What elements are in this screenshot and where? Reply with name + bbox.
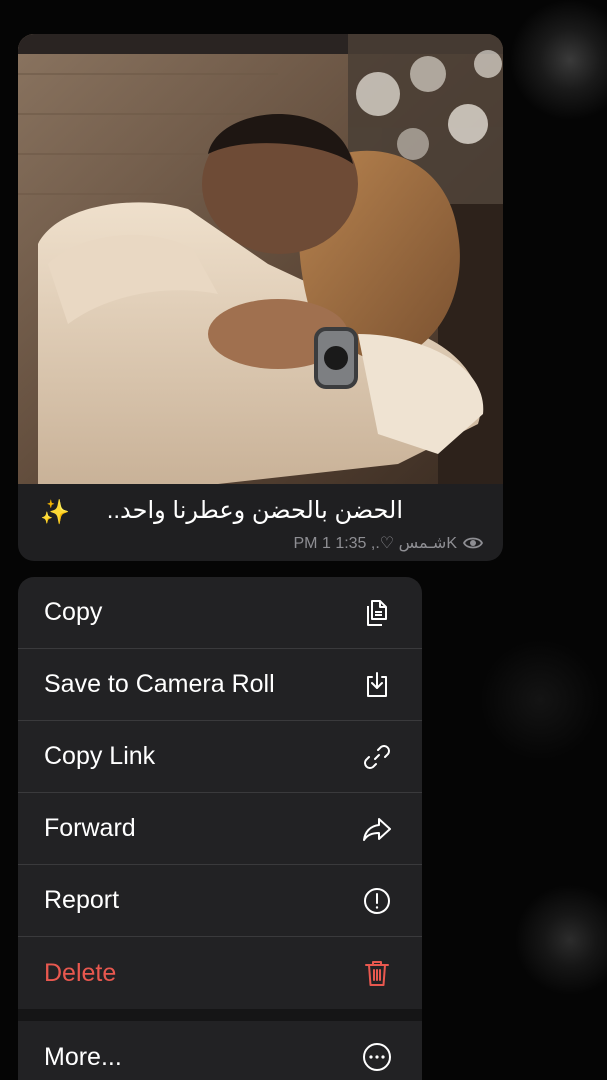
report-icon bbox=[360, 884, 394, 918]
message-caption: الحضن بالحضن وعطرنا واحد.. bbox=[106, 497, 403, 524]
menu-item-more[interactable]: More... bbox=[18, 1021, 422, 1080]
menu-item-forward[interactable]: Forward bbox=[18, 793, 422, 865]
message-photo[interactable] bbox=[18, 34, 503, 484]
menu-item-save-to-camera-roll[interactable]: Save to Camera Roll bbox=[18, 649, 422, 721]
context-menu: Copy Save to Camera Roll Copy Link Forwa… bbox=[18, 577, 422, 1080]
screen: ✨ الحضن بالحضن وعطرنا واحد.. PM شـمس ♡.,… bbox=[0, 0, 607, 1080]
menu-item-copy-link[interactable]: Copy Link bbox=[18, 721, 422, 793]
sparkle-emoji: ✨ bbox=[40, 499, 70, 526]
menu-item-report[interactable]: Report bbox=[18, 865, 422, 937]
menu-item-delete[interactable]: Delete bbox=[18, 937, 422, 1009]
menu-item-label: Report bbox=[44, 886, 120, 914]
menu-item-label: Forward bbox=[44, 814, 136, 842]
views-eye-icon bbox=[463, 537, 483, 549]
menu-item-copy[interactable]: Copy bbox=[18, 577, 422, 649]
menu-item-label: Copy bbox=[44, 598, 103, 626]
link-icon bbox=[360, 740, 394, 774]
forward-icon bbox=[360, 812, 394, 846]
meta-time-author: PM شـمس ♡., 1:35 1K bbox=[293, 535, 458, 552]
menu-item-label: Delete bbox=[44, 958, 117, 987]
menu-separator bbox=[18, 1009, 422, 1021]
menu-item-label: Copy Link bbox=[44, 742, 156, 770]
more-icon bbox=[360, 1040, 394, 1074]
hug-photo-illustration bbox=[18, 34, 503, 484]
menu-item-label: Save to Camera Roll bbox=[44, 670, 275, 698]
download-icon bbox=[360, 668, 394, 702]
menu-item-label: More... bbox=[44, 1042, 122, 1071]
copy-icon bbox=[360, 596, 394, 630]
message-meta: PM شـمس ♡., 1:35 1K bbox=[293, 533, 483, 553]
message-bubble[interactable]: ✨ الحضن بالحضن وعطرنا واحد.. PM شـمس ♡.,… bbox=[18, 34, 503, 561]
trash-icon bbox=[360, 956, 394, 990]
